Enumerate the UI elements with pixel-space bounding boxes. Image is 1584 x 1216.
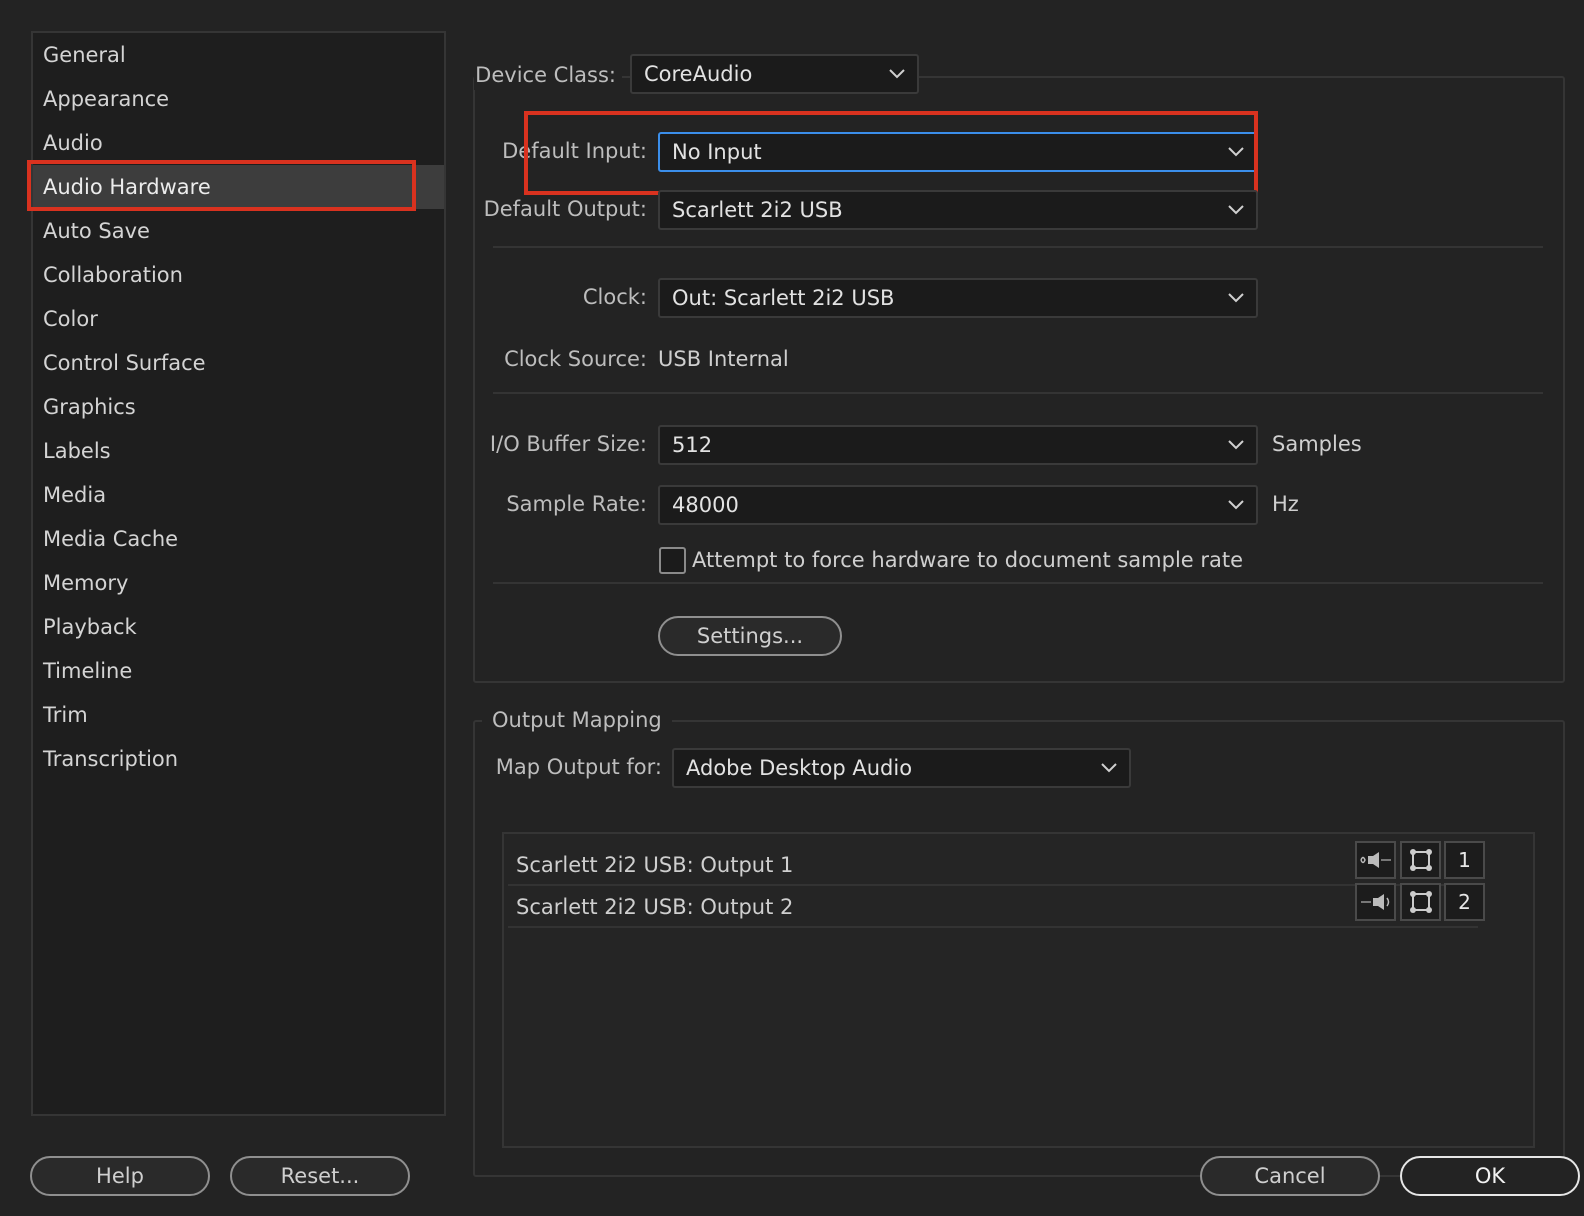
cancel-button[interactable]: Cancel bbox=[1200, 1156, 1380, 1196]
sidebar-item-auto-save[interactable]: Auto Save bbox=[33, 209, 444, 253]
clock-source-label: Clock Source: bbox=[504, 347, 647, 371]
sidebar-item-graphics[interactable]: Graphics bbox=[33, 385, 444, 429]
reset-button[interactable]: Reset... bbox=[230, 1156, 410, 1196]
chevron-down-icon bbox=[1216, 280, 1256, 316]
sidebar-item-collaboration[interactable]: Collaboration bbox=[33, 253, 444, 297]
sidebar-item-trim[interactable]: Trim bbox=[33, 693, 444, 737]
chevron-down-icon bbox=[1216, 427, 1256, 463]
ok-button[interactable]: OK bbox=[1400, 1156, 1580, 1196]
highlight-box-default-input bbox=[524, 111, 1258, 195]
map-output-value: Adobe Desktop Audio bbox=[686, 756, 913, 780]
surround-icon[interactable] bbox=[1400, 841, 1441, 879]
default-output-value: Scarlett 2i2 USB bbox=[672, 198, 843, 222]
sidebar-item-control-surface[interactable]: Control Surface bbox=[33, 341, 444, 385]
sidebar-item-playback[interactable]: Playback bbox=[33, 605, 444, 649]
buffer-size-value: 512 bbox=[672, 433, 713, 457]
sidebar-item-labels[interactable]: Labels bbox=[33, 429, 444, 473]
clock-dropdown[interactable]: Out: Scarlett 2i2 USB bbox=[658, 278, 1258, 318]
output-row-2[interactable]: Scarlett 2i2 USB: Output 2 bbox=[508, 886, 1478, 928]
chevron-down-icon bbox=[1089, 750, 1129, 786]
buffer-size-unit: Samples bbox=[1272, 432, 1362, 456]
surround-icon[interactable] bbox=[1400, 883, 1441, 921]
speaker-left-icon[interactable] bbox=[1355, 841, 1396, 879]
default-output-label: Default Output: bbox=[483, 197, 647, 221]
sample-rate-dropdown[interactable]: 48000 bbox=[658, 485, 1258, 525]
sample-rate-unit: Hz bbox=[1272, 492, 1299, 516]
divider bbox=[493, 246, 1543, 248]
sidebar-item-timeline[interactable]: Timeline bbox=[33, 649, 444, 693]
buffer-size-dropdown[interactable]: 512 bbox=[658, 425, 1258, 465]
force-sample-rate-checkbox[interactable] bbox=[659, 547, 686, 574]
output-row-1[interactable]: Scarlett 2i2 USB: Output 1 bbox=[508, 844, 1478, 886]
divider bbox=[493, 392, 1543, 394]
sidebar-item-color[interactable]: Color bbox=[33, 297, 444, 341]
output-row-label: Scarlett 2i2 USB: Output 1 bbox=[516, 853, 794, 877]
clock-value: Out: Scarlett 2i2 USB bbox=[672, 286, 895, 310]
sidebar-item-media-cache[interactable]: Media Cache bbox=[33, 517, 444, 561]
sidebar-item-appearance[interactable]: Appearance bbox=[33, 77, 444, 121]
default-output-dropdown[interactable]: Scarlett 2i2 USB bbox=[658, 190, 1258, 230]
help-button[interactable]: Help bbox=[30, 1156, 210, 1196]
device-class-value: CoreAudio bbox=[644, 62, 753, 86]
output-mapping-list: Scarlett 2i2 USB: Output 1 Scarlett 2i2 … bbox=[502, 832, 1535, 1148]
chevron-down-icon bbox=[877, 56, 917, 92]
sidebar-item-media[interactable]: Media bbox=[33, 473, 444, 517]
map-output-dropdown[interactable]: Adobe Desktop Audio bbox=[672, 748, 1131, 788]
sidebar-item-memory[interactable]: Memory bbox=[33, 561, 444, 605]
device-class-label: Device Class: bbox=[474, 60, 622, 90]
speaker-right-icon[interactable] bbox=[1355, 883, 1396, 921]
chevron-down-icon bbox=[1216, 487, 1256, 523]
divider bbox=[493, 582, 1543, 584]
clock-source-value: USB Internal bbox=[658, 347, 789, 371]
output-row-label: Scarlett 2i2 USB: Output 2 bbox=[516, 895, 794, 919]
sample-rate-value: 48000 bbox=[672, 493, 739, 517]
sample-rate-label: Sample Rate: bbox=[506, 492, 647, 516]
sidebar-item-audio[interactable]: Audio bbox=[33, 121, 444, 165]
highlight-box-sidebar bbox=[27, 160, 416, 211]
sidebar-item-transcription[interactable]: Transcription bbox=[33, 737, 444, 781]
channel-number-1[interactable]: 1 bbox=[1444, 841, 1485, 879]
clock-label: Clock: bbox=[582, 285, 647, 309]
channel-number-2[interactable]: 2 bbox=[1444, 883, 1485, 921]
output-mapping-title: Output Mapping bbox=[482, 705, 672, 735]
buffer-size-label: I/O Buffer Size: bbox=[489, 432, 647, 456]
settings-button[interactable]: Settings... bbox=[658, 616, 842, 656]
sidebar-item-general[interactable]: General bbox=[33, 33, 444, 77]
device-class-dropdown[interactable]: CoreAudio bbox=[630, 54, 919, 94]
map-output-label: Map Output for: bbox=[495, 755, 662, 779]
force-sample-rate-label[interactable]: Attempt to force hardware to document sa… bbox=[692, 545, 1243, 575]
chevron-down-icon bbox=[1216, 192, 1256, 228]
